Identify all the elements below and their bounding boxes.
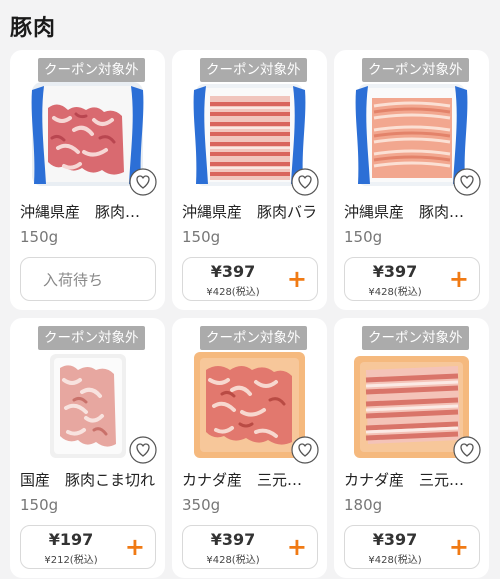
product-list-page: 豚肉 クーポン対象外 沖縄県産 豚肉こま切れ 150g 入荷待ち bbox=[0, 0, 500, 579]
heart-icon[interactable] bbox=[453, 168, 481, 196]
add-to-cart-button[interactable]: ¥397 ¥428(税込) + bbox=[344, 257, 480, 301]
price: ¥197 bbox=[48, 530, 94, 549]
section-title: 豚肉 bbox=[10, 16, 57, 41]
add-to-cart-button[interactable]: ¥397 ¥428(税込) + bbox=[182, 525, 318, 569]
add-to-cart-button[interactable]: ¥397 ¥428(税込) + bbox=[182, 257, 318, 301]
product-card[interactable]: クーポン対象外 カナダ産 三元豚バラ 180g ¥397 ¥428(税込) + bbox=[334, 318, 489, 578]
price-with-tax: ¥428(税込) bbox=[206, 555, 260, 566]
price-with-tax: ¥428(税込) bbox=[206, 287, 260, 298]
product-name: 沖縄県産 豚肉バラ bbox=[182, 203, 317, 221]
product-name: 沖縄県産 豚肉こま切れ bbox=[20, 203, 155, 221]
plus-icon: + bbox=[286, 265, 307, 293]
product-name: カナダ産 三元豚バラ bbox=[344, 471, 479, 489]
coupon-excluded-badge: クーポン対象外 bbox=[362, 58, 469, 82]
product-weight: 180g bbox=[344, 496, 383, 514]
heart-icon[interactable] bbox=[129, 436, 157, 464]
add-to-cart-button[interactable]: ¥197 ¥212(税込) + bbox=[20, 525, 156, 569]
plus-icon: + bbox=[124, 533, 145, 561]
coupon-excluded-badge: クーポン対象外 bbox=[38, 58, 145, 82]
product-weight: 150g bbox=[20, 496, 59, 514]
product-weight: 150g bbox=[344, 228, 383, 246]
product-card[interactable]: クーポン対象外 国産 豚肉こま切れ 150g ¥197 ¥212(税込) + bbox=[10, 318, 165, 578]
coupon-excluded-badge: クーポン対象外 bbox=[200, 326, 307, 350]
product-card[interactable]: クーポン対象外 沖縄県産 豚肉ロース 150g ¥397 ¥428(税込) + bbox=[334, 50, 489, 310]
product-card[interactable]: クーポン対象外 沖縄県産 豚肉バラ 150g ¥397 ¥428(税込) + bbox=[172, 50, 327, 310]
price: ¥397 bbox=[210, 530, 256, 549]
awaiting-stock-label: 入荷待ち bbox=[43, 271, 104, 289]
awaiting-stock-button[interactable]: 入荷待ち bbox=[20, 257, 156, 301]
product-weight: 150g bbox=[182, 228, 221, 246]
price-with-tax: ¥428(税込) bbox=[368, 555, 422, 566]
heart-icon[interactable] bbox=[129, 168, 157, 196]
price: ¥397 bbox=[372, 262, 418, 281]
plus-icon: + bbox=[448, 265, 469, 293]
product-card[interactable]: クーポン対象外 沖縄県産 豚肉こま切れ 150g 入荷待ち bbox=[10, 50, 165, 310]
product-name: 沖縄県産 豚肉ロース bbox=[344, 203, 479, 221]
product-card[interactable]: クーポン対象外 カナダ産 三元豚こま切れ 350g ¥397 ¥428(税込) … bbox=[172, 318, 327, 578]
product-name: 国産 豚肉こま切れ bbox=[20, 471, 155, 489]
price-with-tax: ¥428(税込) bbox=[368, 287, 422, 298]
product-weight: 350g bbox=[182, 496, 221, 514]
product-grid: クーポン対象外 沖縄県産 豚肉こま切れ 150g 入荷待ち クーポン対 bbox=[10, 50, 489, 578]
price: ¥397 bbox=[210, 262, 256, 281]
heart-icon[interactable] bbox=[291, 168, 319, 196]
price: ¥397 bbox=[372, 530, 418, 549]
product-name: カナダ産 三元豚こま切れ bbox=[182, 471, 317, 489]
add-to-cart-button[interactable]: ¥397 ¥428(税込) + bbox=[344, 525, 480, 569]
plus-icon: + bbox=[286, 533, 307, 561]
coupon-excluded-badge: クーポン対象外 bbox=[200, 58, 307, 82]
price-with-tax: ¥212(税込) bbox=[44, 555, 98, 566]
product-weight: 150g bbox=[20, 228, 59, 246]
plus-icon: + bbox=[448, 533, 469, 561]
coupon-excluded-badge: クーポン対象外 bbox=[362, 326, 469, 350]
heart-icon[interactable] bbox=[291, 436, 319, 464]
coupon-excluded-badge: クーポン対象外 bbox=[38, 326, 145, 350]
heart-icon[interactable] bbox=[453, 436, 481, 464]
